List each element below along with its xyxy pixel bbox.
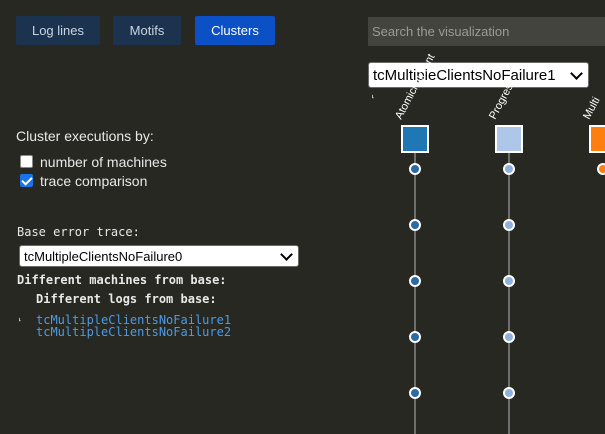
event-dot[interactable] xyxy=(409,331,421,343)
base-trace-select[interactable]: tcMultipleClientsNoFailure0 xyxy=(19,245,299,267)
cluster-by-label: Cluster executions by: xyxy=(16,128,154,144)
event-dot[interactable] xyxy=(503,387,515,399)
column-node[interactable] xyxy=(589,125,605,153)
diff-logs-label: Different logs from base: xyxy=(36,292,217,306)
trace-link-2[interactable]: tcMultipleClientsNoFailure2 xyxy=(36,325,231,339)
number-of-machines-label: number of machines xyxy=(40,154,167,170)
event-dot[interactable] xyxy=(409,219,421,231)
column-label: AtomicityIntent xyxy=(393,52,437,121)
event-dot[interactable] xyxy=(503,219,515,231)
chevron-down-icon xyxy=(280,247,293,261)
text-cursor-icon: ⸤ xyxy=(17,313,23,323)
column-node[interactable] xyxy=(495,125,523,153)
event-dot[interactable] xyxy=(409,387,421,399)
event-dot[interactable] xyxy=(409,163,421,175)
number-of-machines-checkbox[interactable] xyxy=(20,155,33,168)
event-dot[interactable] xyxy=(503,275,515,287)
event-dot[interactable] xyxy=(503,163,515,175)
event-dot[interactable] xyxy=(597,163,605,175)
diff-machines-label: Different machines from base: xyxy=(17,273,227,287)
cluster-graph: AtomicityIntent Progress Multi xyxy=(393,52,605,434)
trace-comparison-label: trace comparison xyxy=(40,173,148,189)
event-dot[interactable] xyxy=(503,331,515,343)
event-dot[interactable] xyxy=(409,275,421,287)
base-trace-select-value: tcMultipleClientsNoFailure0 xyxy=(24,248,183,264)
base-error-label: Base error trace: xyxy=(17,225,140,239)
column-node[interactable] xyxy=(401,125,429,153)
trace-comparison-checkbox[interactable] xyxy=(20,174,33,187)
column-label: Multi xyxy=(581,95,603,121)
column-label: Progress xyxy=(487,76,518,121)
